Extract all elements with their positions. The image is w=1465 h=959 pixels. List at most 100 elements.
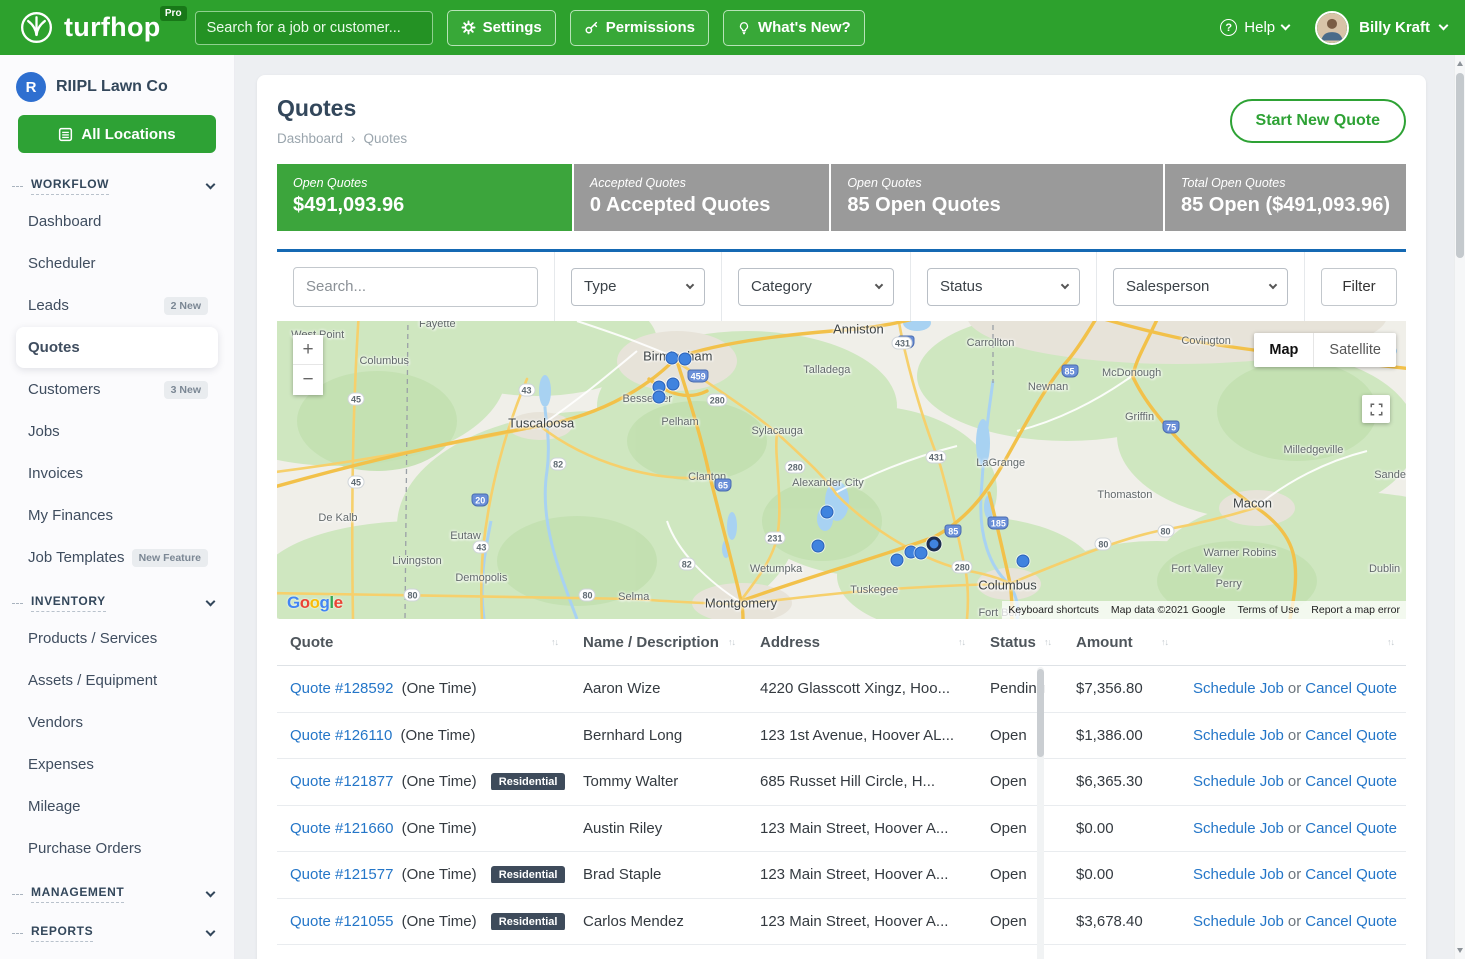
sidebar-item[interactable]: Customers 3 New (16, 369, 218, 410)
help-menu[interactable]: ? Help (1220, 19, 1289, 36)
quote-link[interactable]: Quote #121577 (290, 866, 393, 883)
all-locations-button[interactable]: All Locations (18, 115, 216, 153)
sidebar-item[interactable]: Leads 2 New (16, 285, 218, 326)
map-type-map-button[interactable]: Map (1254, 333, 1314, 367)
keyboard-shortcuts-link[interactable]: Keyboard shortcuts (1002, 601, 1104, 619)
start-new-quote-button[interactable]: Start New Quote (1230, 99, 1406, 143)
column-header-amount[interactable]: Amount ↑↓ (1063, 634, 1180, 651)
chevron-down-icon (206, 179, 216, 189)
zoom-in-button[interactable]: + (293, 335, 323, 365)
quote-link[interactable]: Quote #126110 (290, 727, 392, 744)
map-marker[interactable] (666, 351, 679, 364)
cancel-quote-link[interactable]: Cancel Quote (1305, 727, 1397, 744)
sidebar-item[interactable]: Quotes (16, 327, 218, 368)
sidebar-item[interactable]: Expenses (16, 744, 218, 785)
page-scrollbar-thumb[interactable] (1456, 73, 1464, 258)
schedule-job-link[interactable]: Schedule Job (1193, 773, 1284, 790)
sidebar-item[interactable]: My Finances (16, 495, 218, 536)
type-select[interactable]: Type (571, 268, 705, 306)
page-scrollbar[interactable] (1454, 55, 1465, 959)
stat-segment[interactable]: Open Quotes $491,093.96 (277, 164, 572, 231)
terms-of-use-link[interactable]: Terms of Use (1231, 601, 1305, 619)
sidebar-item[interactable]: Vendors (16, 702, 218, 743)
breadcrumb-dashboard[interactable]: Dashboard (277, 131, 343, 146)
sidebar-item[interactable]: Products / Services (16, 618, 218, 659)
sidebar-item[interactable]: Purchase Orders (16, 828, 218, 869)
quote-link[interactable]: Quote #128592 (290, 680, 393, 697)
zoom-out-button[interactable]: − (293, 365, 323, 395)
cancel-quote-link[interactable]: Cancel Quote (1305, 913, 1397, 930)
quote-link[interactable]: Quote #121660 (290, 820, 393, 837)
map-marker[interactable] (678, 353, 691, 366)
quotes-search-input[interactable] (293, 267, 538, 307)
sidebar-item[interactable]: Assets / Equipment (16, 660, 218, 701)
sidebar-item[interactable]: Jobs (16, 411, 218, 452)
map-marker[interactable] (890, 553, 903, 566)
quote-link[interactable]: Quote #121877 (290, 773, 393, 790)
sidebar-section-inventory[interactable]: Inventory (0, 582, 234, 617)
quote-link[interactable]: Quote #121055 (290, 913, 393, 930)
settings-button[interactable]: Settings (447, 10, 556, 46)
map-marker[interactable] (652, 390, 665, 403)
report-map-error-link[interactable]: Report a map error (1305, 601, 1406, 619)
column-header-status[interactable]: Status ↑↓ (977, 634, 1063, 651)
cancel-quote-link[interactable]: Cancel Quote (1305, 773, 1397, 790)
help-label: Help (1244, 19, 1275, 36)
map-marker[interactable] (667, 377, 680, 390)
column-header-address[interactable]: Address ↑↓ (747, 634, 977, 651)
cancel-quote-link[interactable]: Cancel Quote (1305, 820, 1397, 837)
cancel-quote-link[interactable]: Cancel Quote (1305, 866, 1397, 883)
schedule-job-link[interactable]: Schedule Job (1193, 680, 1284, 697)
scroll-up-arrow[interactable] (1457, 61, 1463, 66)
cancel-quote-link[interactable]: Cancel Quote (1305, 680, 1397, 697)
column-header-quote[interactable]: Quote ↑↓ (277, 634, 570, 651)
brand[interactable]: turfhop Pro (18, 9, 161, 46)
schedule-job-link[interactable]: Schedule Job (1193, 820, 1284, 837)
status-select[interactable]: Status (927, 268, 1080, 306)
stat-segment[interactable]: Accepted Quotes 0 Accepted Quotes (574, 164, 829, 231)
whats-new-button[interactable]: What's New? (723, 10, 865, 46)
table-scrollbar-thumb[interactable] (1037, 669, 1044, 757)
filter-button[interactable]: Filter (1321, 268, 1397, 306)
sort-icon[interactable]: ↑↓ (1161, 637, 1168, 647)
map-type-satellite-button[interactable]: Satellite (1314, 333, 1396, 367)
schedule-job-link[interactable]: Schedule Job (1193, 913, 1284, 930)
scroll-down-arrow[interactable] (1457, 948, 1463, 953)
breadcrumb-quotes[interactable]: Quotes (364, 131, 408, 146)
sidebar-item[interactable]: Job Templates New Feature (16, 537, 218, 578)
salesperson-select[interactable]: Salesperson (1113, 268, 1288, 306)
google-logo[interactable]: Google (287, 593, 343, 613)
column-header-name[interactable]: Name / Description ↑↓ (570, 634, 747, 651)
map-marker[interactable] (1017, 554, 1030, 567)
sort-icon[interactable]: ↑↓ (551, 637, 558, 647)
map-marker[interactable] (820, 506, 833, 519)
sidebar-section-workflow[interactable]: Workflow (0, 165, 234, 200)
sort-icon[interactable]: ↑↓ (958, 637, 965, 647)
stat-segment[interactable]: Open Quotes 85 Open Quotes (831, 164, 1163, 231)
map-marker[interactable] (811, 539, 824, 552)
map-fullscreen-button[interactable] (1362, 395, 1390, 423)
sort-icon[interactable]: ↑↓ (728, 637, 735, 647)
quotes-map[interactable]: West Point Fayette Columbus Birmingham B… (277, 321, 1406, 619)
map-marker[interactable] (927, 536, 942, 551)
schedule-job-link[interactable]: Schedule Job (1193, 866, 1284, 883)
map-marker[interactable] (914, 547, 927, 560)
sidebar-section-reports[interactable]: Reports (0, 912, 234, 947)
sidebar-section-management[interactable]: Management (0, 873, 234, 908)
company-selector[interactable]: R RIIPL Lawn Co (0, 55, 234, 111)
stat-segment[interactable]: Total Open Quotes 85 Open ($491,093.96) (1165, 164, 1406, 231)
sidebar-item[interactable]: Invoices (16, 453, 218, 494)
category-select[interactable]: Category (738, 268, 894, 306)
table-scrollbar[interactable] (1037, 667, 1044, 959)
schedule-job-link[interactable]: Schedule Job (1193, 727, 1284, 744)
sidebar-item[interactable]: Scheduler (16, 243, 218, 284)
sidebar-item[interactable]: Mileage (16, 786, 218, 827)
permissions-button[interactable]: Permissions (570, 10, 709, 46)
sort-icon[interactable]: ↑↓ (1044, 637, 1051, 647)
user-menu[interactable]: Billy Kraft (1315, 11, 1447, 45)
sort-icon[interactable]: ↑↓ (1387, 637, 1394, 647)
global-search-input[interactable] (195, 11, 433, 45)
column-header-actions[interactable]: ↑↓ (1180, 637, 1406, 647)
sidebar-item-label: Products / Services (28, 630, 157, 647)
sidebar-item[interactable]: Dashboard (16, 201, 218, 242)
